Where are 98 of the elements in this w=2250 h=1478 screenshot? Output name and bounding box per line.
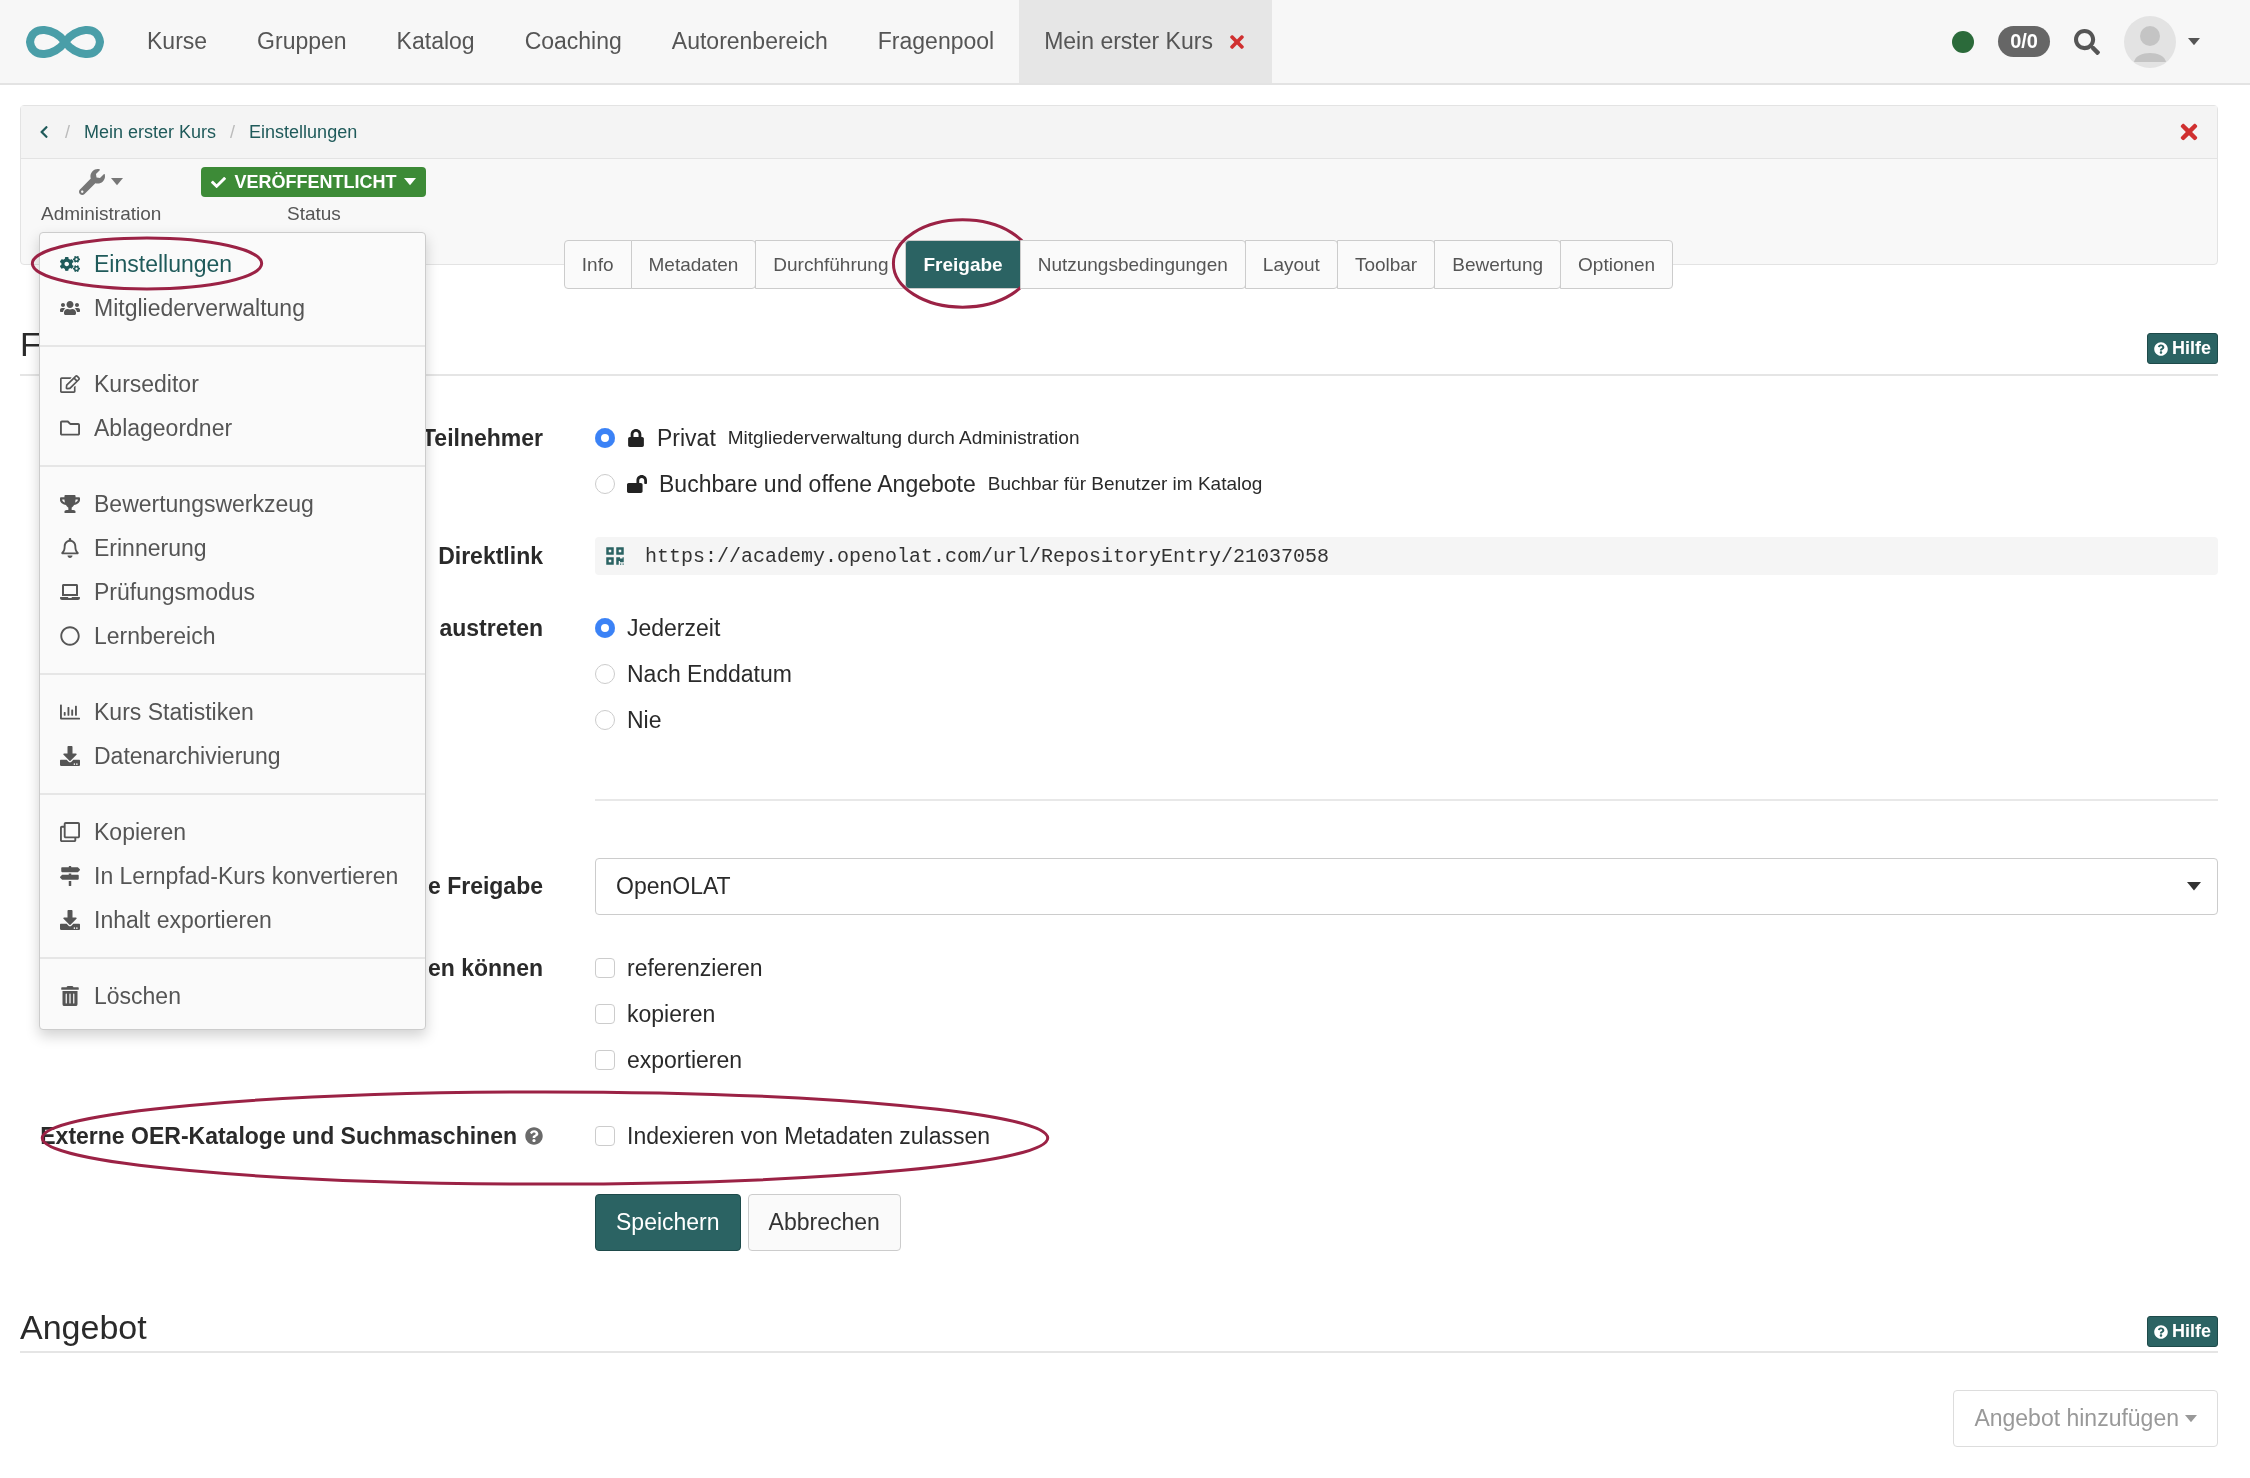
radio-button[interactable] [595,664,615,684]
option-label: Privat [657,424,716,452]
trash-icon [60,986,80,1006]
help-button[interactable]: Hilfe [2147,1316,2218,1347]
download-icon [60,746,80,766]
users-icon [60,298,80,318]
checkbox[interactable] [595,1126,615,1146]
download-icon [60,910,80,930]
tab[interactable]: Bewertung [1434,240,1562,289]
checkbox[interactable] [595,1050,615,1070]
tool-label: Status [286,203,341,225]
breadcrumb-link[interactable]: Einstellungen [249,121,358,143]
nav-link[interactable]: Fragenpool [852,0,1020,83]
status-button[interactable]: VERÖFFENTLICHT [201,167,427,197]
option-label: Nie [627,706,662,734]
help-icon [2154,341,2168,356]
menu-item[interactable]: Kopieren [40,810,425,854]
tab[interactable]: Optionen [1560,240,1674,289]
help-icon[interactable] [525,1127,543,1145]
tab[interactable]: Toolbar [1336,240,1436,289]
course-tab[interactable]: Mein erster Kurs [1019,0,1272,83]
section-title: F [20,324,41,364]
tab[interactable]: Info [563,240,632,289]
breadcrumb-link[interactable]: Mein erster Kurs [84,121,217,143]
counter-badge[interactable]: 0/0 [1998,26,2050,57]
menu-item[interactable]: Einstellungen [40,242,425,286]
option-label: Nach Enddatum [627,660,792,688]
option-hint: Mitgliederverwaltung durch Administration [727,427,1080,449]
bar-chart-icon [60,702,80,722]
nav-link[interactable]: Kurse [122,0,233,83]
field-label: Direktlink [438,542,543,570]
option-label: Indexieren von Metadaten zulassen [627,1122,991,1150]
radio-button[interactable] [595,428,615,448]
radio-button[interactable] [595,474,615,494]
radio-button[interactable] [595,618,615,638]
folder-icon [60,418,80,438]
tool-label: Administration [41,203,162,225]
wrench-icon [79,169,106,195]
menu-item[interactable]: Kurseditor [40,362,425,406]
administration-button[interactable] [79,167,124,197]
field-label: en können [428,954,543,982]
select-field[interactable]: OpenOLAT [595,858,2218,915]
bell-icon [60,538,80,558]
nav-link[interactable]: Autorenbereich [646,0,853,83]
edit-icon [60,374,80,394]
copy-icon [60,822,80,842]
menu-item[interactable]: Inhalt exportieren [40,898,425,942]
menu-item[interactable]: Lernbereich [40,614,425,658]
signpost-icon [60,866,80,886]
menu-item[interactable]: Erinnerung [40,526,425,570]
save-button[interactable]: Speichern [595,1194,741,1251]
menu-item[interactable]: Bewertungswerkzeug [40,482,425,526]
field-label: e Freigabe [427,873,543,900]
option-label: exportieren [627,1046,743,1074]
caret-icon [2188,37,2200,46]
caret-icon [404,178,417,186]
help-button[interactable]: Hilfe [2147,333,2218,364]
option-label: Jederzeit [627,614,721,642]
checkbox[interactable] [595,1004,615,1024]
option-label: kopieren [627,1000,716,1028]
breadcrumb-separator: / [65,121,70,143]
menu-item[interactable]: Löschen [40,974,425,1018]
caret-icon [2185,1414,2197,1423]
nav-link[interactable]: Coaching [499,0,647,83]
avatar-icon [2124,15,2176,68]
menu-item[interactable]: Kurs Statistiken [40,690,425,734]
tab[interactable]: Layout [1244,240,1338,289]
cancel-button[interactable]: Abbrechen [747,1194,901,1251]
tab[interactable]: Freigabe [905,240,1021,289]
field-label: austreten [439,614,543,642]
nav-link[interactable]: Gruppen [232,0,372,83]
caret-icon [2187,882,2201,891]
tab[interactable]: Nutzungsbedingungen [1019,240,1246,289]
search-button[interactable] [2074,28,2100,55]
caret-icon [111,178,124,186]
link-field[interactable]: https://academy.openolat.com/url/RepositoryEntry/21037058 [595,537,2218,575]
field-label: Teilnehmer [422,424,543,452]
option-hint: Buchbar für Benutzer im Katalog [987,473,1263,495]
menu-item[interactable]: Prüfungsmodus [40,570,425,614]
menu-item[interactable]: Ablageordner [40,406,425,450]
laptop-icon [60,582,80,602]
menu-item[interactable]: Datenarchivierung [40,734,425,778]
section-title: Angebot [20,1307,147,1347]
check-icon [211,174,227,190]
nav-link[interactable]: Katalog [371,0,500,83]
trophy-icon [60,494,80,514]
help-icon [2154,1324,2168,1339]
menu-item[interactable]: In Lernpfad-Kurs konvertieren [40,854,425,898]
gears-icon [60,254,80,274]
qr-code-icon[interactable] [605,546,625,566]
tab[interactable]: Metadaten [630,240,757,289]
option-label: referenzieren [627,954,763,982]
radio-button[interactable] [595,710,615,730]
menu-item[interactable]: Mitgliederverwaltung [40,286,425,330]
breadcrumb-separator: / [230,121,236,143]
tab[interactable]: Durchführung [755,240,907,289]
checkbox[interactable] [595,958,615,978]
option-label: Buchbare und offene Angebote [659,470,976,498]
